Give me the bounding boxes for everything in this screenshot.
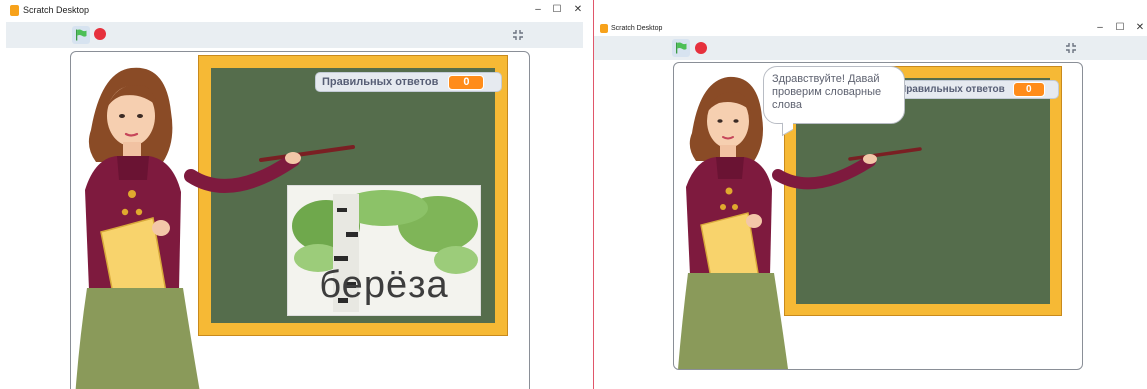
fullscreen-button[interactable] bbox=[1063, 40, 1079, 56]
exit-fullscreen-icon bbox=[513, 30, 523, 40]
title-bar: Scratch Desktop – ☐ ✕ bbox=[0, 0, 593, 22]
maximize-button[interactable]: ☐ bbox=[549, 3, 565, 17]
score-value: 0 bbox=[1012, 82, 1045, 97]
stage[interactable]: Правильных ответов 0 берёза bbox=[70, 51, 530, 389]
stage[interactable]: Правильных ответов 0 Здравствуйте! Давай… bbox=[673, 62, 1083, 370]
teacher-sprite bbox=[75, 67, 355, 389]
green-flag-button[interactable] bbox=[72, 26, 90, 44]
stop-button[interactable] bbox=[94, 28, 106, 40]
title-bar: Scratch Desktop – ☐ ✕ bbox=[594, 0, 1147, 33]
stage-toolbar bbox=[594, 36, 1147, 60]
stop-button[interactable] bbox=[695, 42, 707, 54]
fullscreen-button[interactable] bbox=[510, 27, 526, 43]
scratch-app-icon bbox=[600, 24, 608, 33]
score-value: 0 bbox=[448, 74, 485, 90]
green-flag-icon bbox=[676, 42, 687, 54]
scratch-window-left: Scratch Desktop – ☐ ✕ Правильных ответов… bbox=[0, 0, 593, 389]
scratch-window-right: Scratch Desktop – ☐ ✕ Правильных ответов… bbox=[594, 0, 1147, 389]
maximize-button[interactable]: ☐ bbox=[1112, 21, 1128, 35]
green-flag-button[interactable] bbox=[672, 39, 690, 57]
speech-bubble: Здравствуйте! Давай проверим словарные с… bbox=[763, 66, 905, 124]
stage-toolbar bbox=[6, 22, 583, 48]
minimize-button[interactable]: – bbox=[1092, 21, 1108, 35]
window-title: Scratch Desktop bbox=[23, 5, 90, 15]
exit-fullscreen-icon bbox=[1066, 43, 1076, 53]
green-flag-icon bbox=[76, 29, 87, 41]
close-button[interactable]: ✕ bbox=[1132, 21, 1147, 35]
scratch-app-icon bbox=[10, 5, 19, 16]
close-button[interactable]: ✕ bbox=[570, 3, 586, 17]
window-title: Scratch Desktop bbox=[611, 25, 663, 32]
speech-bubble-text: Здравствуйте! Давай проверим словарные с… bbox=[772, 73, 882, 111]
minimize-button[interactable]: – bbox=[530, 3, 546, 17]
